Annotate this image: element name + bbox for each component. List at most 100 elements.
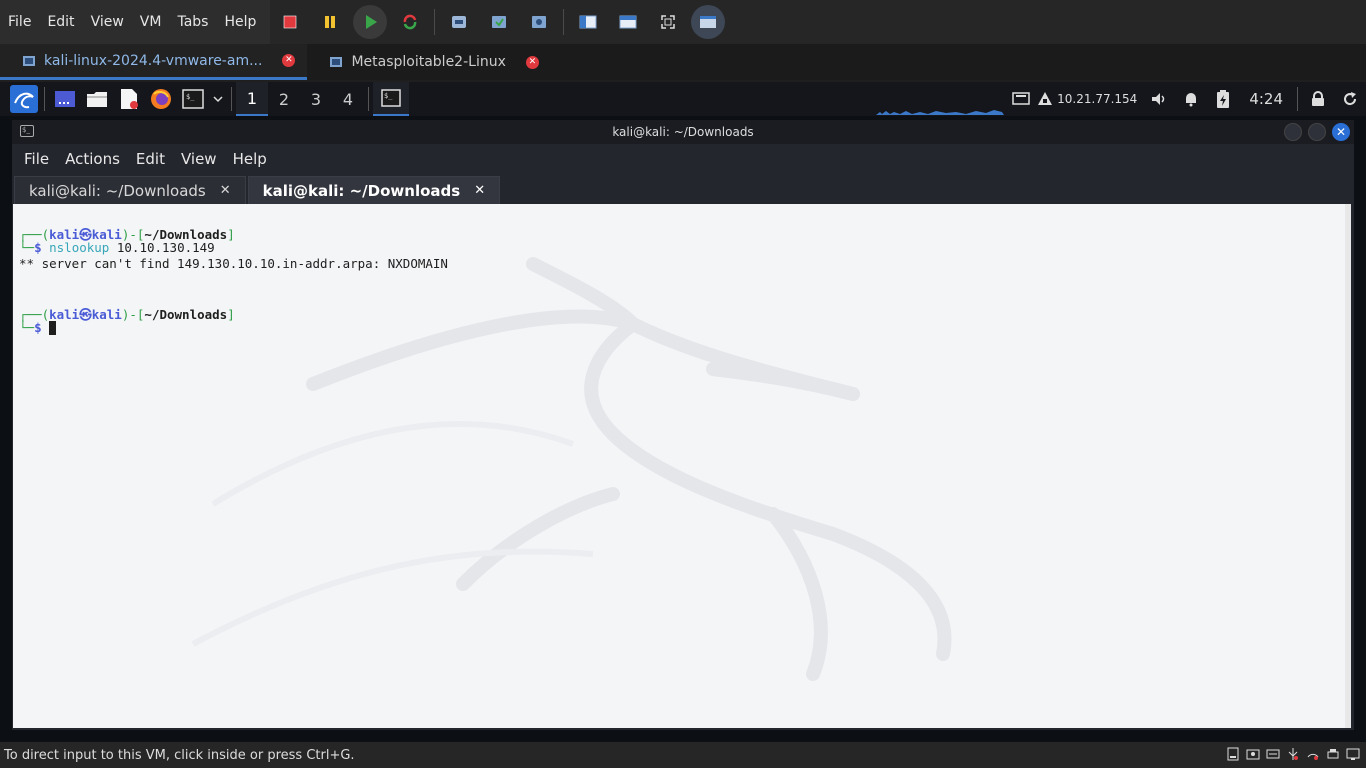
terminal-titlebar[interactable]: $_ kali@kali: ~/Downloads ✕: [12, 120, 1354, 144]
workspace-1[interactable]: 1: [236, 82, 268, 116]
close-tab-icon[interactable]: ✕: [525, 55, 539, 69]
network-adapter-icon[interactable]: [1266, 747, 1280, 761]
terminal-menu-actions[interactable]: Actions: [57, 150, 128, 168]
workspace-3[interactable]: 3: [300, 82, 332, 116]
menu-view[interactable]: View: [83, 0, 132, 44]
unity-button[interactable]: [688, 2, 728, 42]
snapshot-manager-button[interactable]: [519, 2, 559, 42]
vm-icon: [330, 57, 343, 67]
terminal-menubar: File Actions Edit View Help: [12, 144, 1354, 174]
hard-disk-icon[interactable]: [1226, 747, 1240, 761]
vmware-menus: File Edit View VM Tabs Help: [0, 0, 271, 44]
show-desktop-button[interactable]: [49, 83, 81, 115]
kali-logo-icon: [10, 85, 38, 113]
battery-charging-icon: [1217, 90, 1230, 108]
reset-button[interactable]: [390, 2, 430, 42]
menu-tabs[interactable]: Tabs: [169, 0, 216, 44]
launcher-dropdown[interactable]: [209, 83, 227, 115]
bell-icon: [1186, 93, 1197, 107]
close-tab-icon[interactable]: ✕: [220, 183, 231, 198]
minimize-button[interactable]: [1284, 123, 1302, 141]
terminal-output[interactable]: ┌──(kali㉿kali)-[~/Downloads] └─$ nslooku…: [13, 204, 1351, 728]
terminal-tab-2[interactable]: kali@kali: ~/Downloads ✕: [247, 176, 501, 204]
window-title: kali@kali: ~/Downloads: [612, 125, 754, 139]
suspend-button[interactable]: [310, 2, 350, 42]
text-editor-icon: [121, 89, 138, 109]
close-tab-icon[interactable]: ✕: [474, 183, 485, 198]
input-line[interactable]: └─$: [19, 320, 57, 335]
vmware-toolbar: [270, 0, 728, 44]
vm-display[interactable]: $_ 1 2 3 4 $_ 10.21.77.154 4:24 $_ kali@…: [0, 82, 1366, 742]
close-tab-icon[interactable]: ✕: [282, 54, 296, 67]
network-lock-icon[interactable]: [1037, 91, 1053, 107]
volume-icon: [1152, 93, 1165, 105]
fullscreen-button[interactable]: [648, 2, 688, 42]
reset-icon: [404, 14, 417, 30]
menu-file[interactable]: File: [0, 0, 39, 44]
snapshot-button[interactable]: [479, 2, 519, 42]
text-editor-button[interactable]: [113, 83, 145, 115]
terminal-launcher-button[interactable]: $_: [177, 83, 209, 115]
vm-tab-label: kali-linux-2024.4-vmware-am...: [44, 52, 263, 69]
taskbar-terminal-window[interactable]: $_: [373, 82, 409, 116]
command-output: ** server can't find 149.130.10.10.in-ad…: [19, 256, 448, 271]
svg-text:$_: $_: [384, 92, 393, 100]
lock-screen-button[interactable]: [1302, 83, 1334, 115]
cd-drive-icon[interactable]: [1246, 747, 1260, 761]
volume-button[interactable]: [1143, 83, 1175, 115]
power-on-button[interactable]: [350, 2, 390, 42]
terminal-menu-file[interactable]: File: [16, 150, 57, 168]
monitor-icon: [1012, 92, 1030, 105]
workspace-2[interactable]: 2: [268, 82, 300, 116]
menu-vm[interactable]: VM: [132, 0, 170, 44]
terminal-menu-view[interactable]: View: [173, 150, 225, 168]
desktop-icon: [55, 91, 75, 107]
close-window-button[interactable]: ✕: [1332, 123, 1350, 141]
unity-icon: [691, 5, 726, 39]
display-settings-button[interactable]: [1005, 83, 1037, 115]
vmware-statusbar: To direct input to this VM, click inside…: [0, 742, 1366, 768]
logout-button[interactable]: [1334, 83, 1366, 115]
power-manager-button[interactable]: [1207, 83, 1239, 115]
terminal-scrollbar[interactable]: [1345, 204, 1351, 728]
workspace-4[interactable]: 4: [332, 82, 364, 116]
kali-dragon-watermark: [191, 257, 952, 681]
panel-tray: 10.21.77.154 4:24: [1005, 82, 1366, 116]
clock[interactable]: 4:24: [1249, 90, 1283, 108]
sound-card-icon[interactable]: [1306, 747, 1320, 761]
terminal-tab-1[interactable]: kali@kali: ~/Downloads ✕: [14, 176, 246, 204]
terminal-menu-help[interactable]: Help: [225, 150, 275, 168]
panel-separator: [368, 87, 369, 111]
panel-separator: [44, 87, 45, 111]
folder-icon: [87, 92, 107, 107]
command-line: └─$ nslookup 10.10.130.149: [19, 240, 215, 255]
menu-edit[interactable]: Edit: [39, 0, 82, 44]
notifications-button[interactable]: [1175, 83, 1207, 115]
show-library-button[interactable]: [568, 2, 608, 42]
power-off-button[interactable]: [270, 2, 310, 42]
snapshot-manager-icon: [532, 16, 547, 28]
panel-separator: [231, 87, 232, 111]
terminal-menu-edit[interactable]: Edit: [128, 150, 173, 168]
send-ctrl-alt-del-button[interactable]: [439, 2, 479, 42]
terminal-icon: $_: [20, 125, 34, 137]
vm-tab-bar: kali-linux-2024.4-vmware-am... ✕ Metaspl…: [0, 44, 1366, 80]
thumbnail-bar-button[interactable]: [608, 2, 648, 42]
lock-icon: [1312, 91, 1324, 106]
vm-tab-metasploitable[interactable]: Metasploitable2-Linux ✕: [307, 44, 550, 80]
file-manager-button[interactable]: [81, 83, 113, 115]
thumbnail-icon: [619, 15, 637, 29]
text-cursor: [49, 321, 57, 335]
firefox-button[interactable]: [145, 83, 177, 115]
vm-tab-kali[interactable]: kali-linux-2024.4-vmware-am... ✕: [0, 44, 308, 80]
fullscreen-icon: [661, 15, 676, 29]
terminal-tab-label: kali@kali: ~/Downloads: [29, 181, 206, 200]
snapshot-icon: [492, 16, 507, 28]
terminal-tab-label: kali@kali: ~/Downloads: [262, 181, 461, 200]
menu-help[interactable]: Help: [216, 0, 264, 44]
usb-icon[interactable]: [1286, 747, 1300, 761]
printer-icon[interactable]: [1326, 747, 1340, 761]
maximize-button[interactable]: [1308, 123, 1326, 141]
display-icon[interactable]: [1346, 747, 1360, 761]
kali-menu-button[interactable]: [8, 83, 40, 115]
